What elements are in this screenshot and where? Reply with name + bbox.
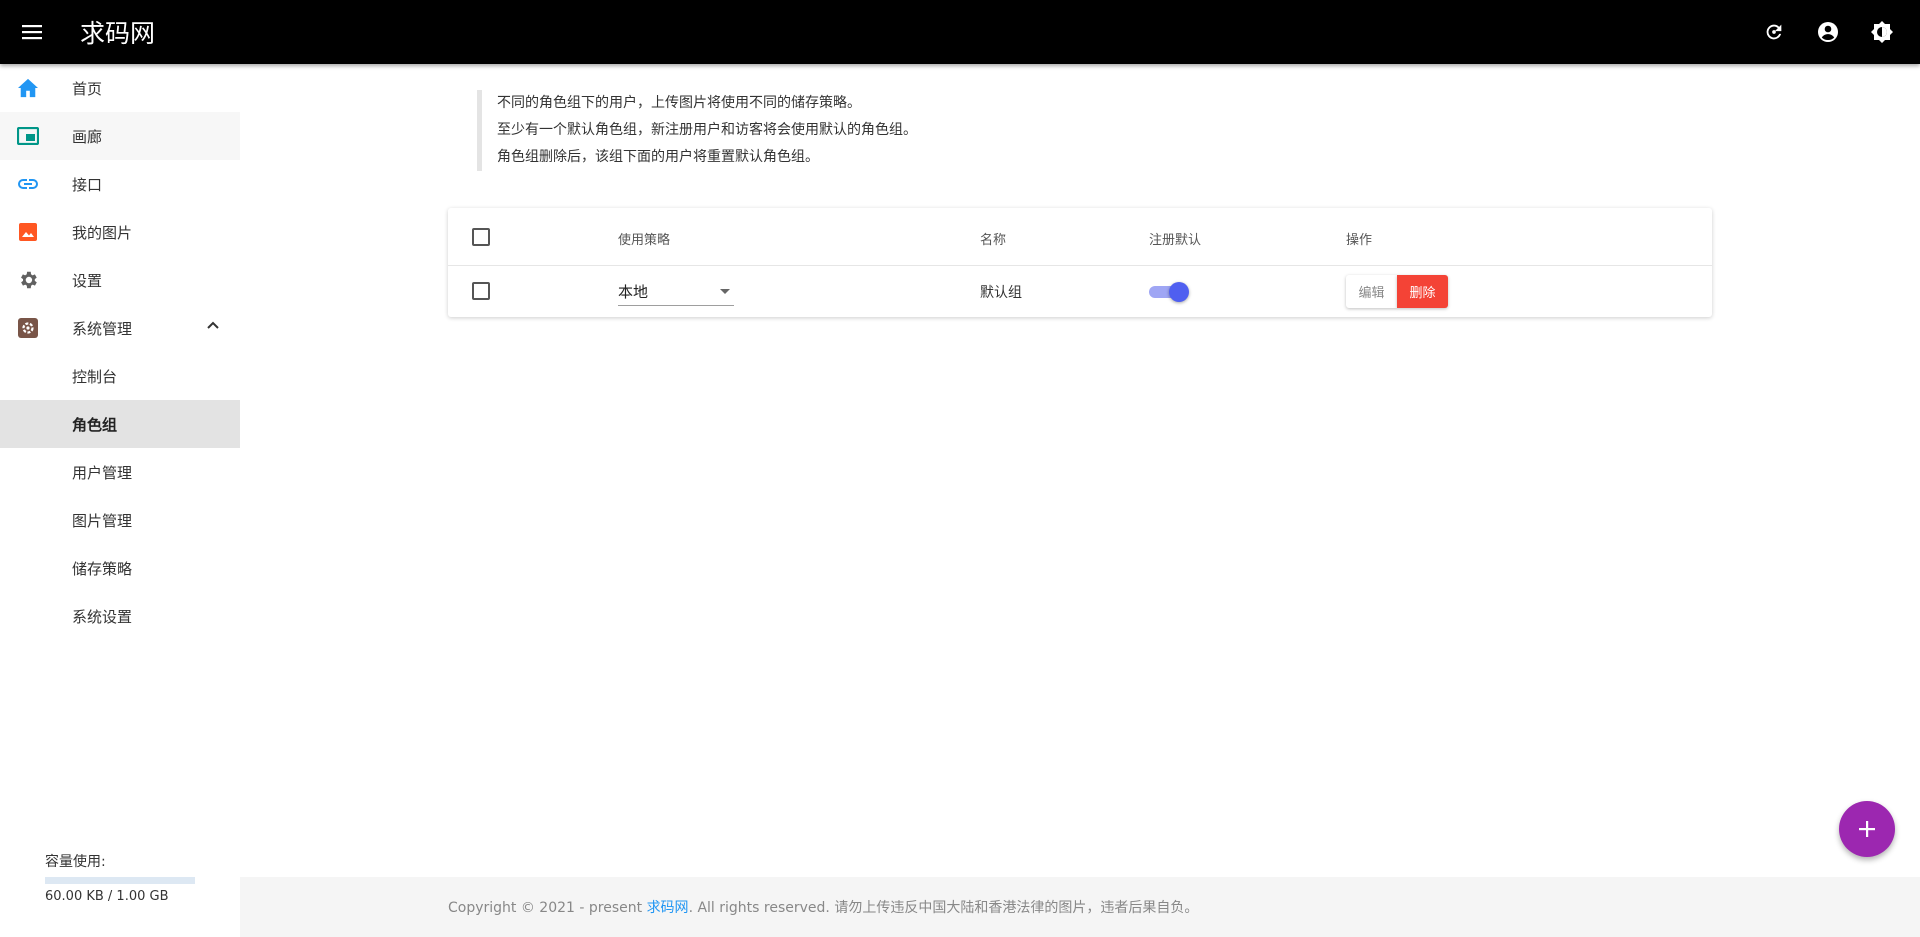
account-button[interactable] — [1804, 8, 1852, 56]
sidebar-item-system-admin[interactable]: 系统管理 — [0, 304, 240, 352]
quota-label: 容量使用: — [45, 854, 106, 870]
gallery-icon — [17, 127, 39, 145]
sidebar-item-label: 接口 — [72, 175, 103, 194]
sidebar-subitem-storage[interactable]: 储存策略 — [0, 544, 240, 592]
home-icon — [18, 78, 38, 98]
header-name[interactable]: 名称 — [980, 229, 1006, 248]
notice-line: 角色组删除后，该组下面的用户将重置默认角色组。 — [497, 149, 819, 165]
sidebar-subitem-users[interactable]: 用户管理 — [0, 448, 240, 496]
sidebar-item-home[interactable]: 首页 — [0, 64, 240, 112]
theme-icon — [1871, 21, 1893, 43]
edit-button[interactable]: 编辑 — [1346, 275, 1397, 308]
copyright-prefix: Copyright © 2021 - present — [448, 900, 647, 916]
default-toggle[interactable] — [1149, 282, 1189, 302]
sidebar-subitem-images[interactable]: 图片管理 — [0, 496, 240, 544]
info-notice: 不同的角色组下的用户，上传图片将使用不同的储存策略。 至少有一个默认角色组，新注… — [477, 90, 917, 171]
sidebar-item-label: 我的图片 — [72, 223, 133, 242]
refresh-icon — [1766, 24, 1782, 40]
sidebar-subitem-console[interactable]: 控制台 — [0, 352, 240, 400]
copyright-suffix: . All rights reserved. 请勿上传违反中国大陆和香港法律的图… — [688, 900, 1199, 916]
refresh-button[interactable] — [1750, 8, 1798, 56]
settings-icon — [21, 271, 37, 289]
menu-button[interactable] — [0, 0, 64, 64]
sidebar-subitem-system-settings[interactable]: 系统设置 — [0, 592, 240, 640]
sidebar: 首页 画廊 接口 我的图片 设置 系统管理 控制台 角色组 用户管理 图片管理 … — [0, 64, 240, 937]
role-name: 默认组 — [980, 285, 1022, 301]
footer-site-link[interactable]: 求码网 — [647, 900, 689, 916]
sidebar-item-api[interactable]: 接口 — [0, 160, 240, 208]
header-actions: 操作 — [1346, 233, 1373, 248]
chevron-up-icon[interactable] — [206, 318, 220, 332]
menu-icon — [22, 25, 42, 40]
delete-button[interactable]: 删除 — [1397, 275, 1448, 308]
quota-progress-bar — [45, 877, 195, 884]
table-row: 本地 默认组 编辑 删除 — [448, 266, 1712, 317]
sidebar-item-gallery[interactable]: 画廊 — [0, 112, 240, 160]
row-checkbox[interactable] — [472, 282, 490, 300]
toggle-knob — [1169, 282, 1189, 302]
theme-toggle-button[interactable] — [1858, 8, 1906, 56]
notice-line: 至少有一个默认角色组，新注册用户和访客将会使用默认的角色组。 — [497, 122, 917, 138]
sidebar-item-label: 系统管理 — [72, 319, 133, 338]
sidebar-item-label: 首页 — [72, 79, 103, 98]
add-role-button[interactable] — [1839, 801, 1895, 857]
notice-line: 不同的角色组下的用户，上传图片将使用不同的储存策略。 — [497, 95, 861, 111]
header-default[interactable]: 注册默认 — [1149, 229, 1201, 248]
table-header: 使用策略 名称 注册默认 操作 — [448, 208, 1712, 266]
footer: Copyright © 2021 - present 求码网. All righ… — [240, 877, 1920, 937]
header-strategy[interactable]: 使用策略 — [618, 229, 670, 248]
quota-text: 60.00 KB / 1.00 GB — [45, 889, 169, 904]
admin-icon — [18, 318, 38, 338]
select-all-checkbox[interactable] — [472, 228, 490, 246]
app-title[interactable]: 求码网 — [80, 14, 155, 50]
sidebar-item-label: 设置 — [72, 271, 103, 290]
sidebar-item-label: 画廊 — [72, 127, 103, 146]
account-icon — [1818, 22, 1838, 42]
strategy-select-value: 本地 — [618, 283, 649, 301]
image-icon — [19, 223, 37, 241]
plus-icon — [1859, 821, 1875, 837]
link-icon — [18, 179, 38, 189]
sidebar-item-settings[interactable]: 设置 — [0, 256, 240, 304]
strategy-select[interactable]: 本地 — [618, 278, 734, 306]
app-bar: 求码网 — [0, 0, 1920, 64]
quota-panel: 容量使用: 60.00 KB / 1.00 GB — [45, 851, 205, 904]
caret-down-icon — [720, 289, 730, 294]
sidebar-subitem-roles[interactable]: 角色组 — [0, 400, 240, 448]
roles-table: 使用策略 名称 注册默认 操作 本地 默认组 编辑 删除 — [448, 208, 1712, 317]
copyright-text: Copyright © 2021 - present 求码网. All righ… — [448, 897, 1198, 917]
sidebar-item-my-images[interactable]: 我的图片 — [0, 208, 240, 256]
